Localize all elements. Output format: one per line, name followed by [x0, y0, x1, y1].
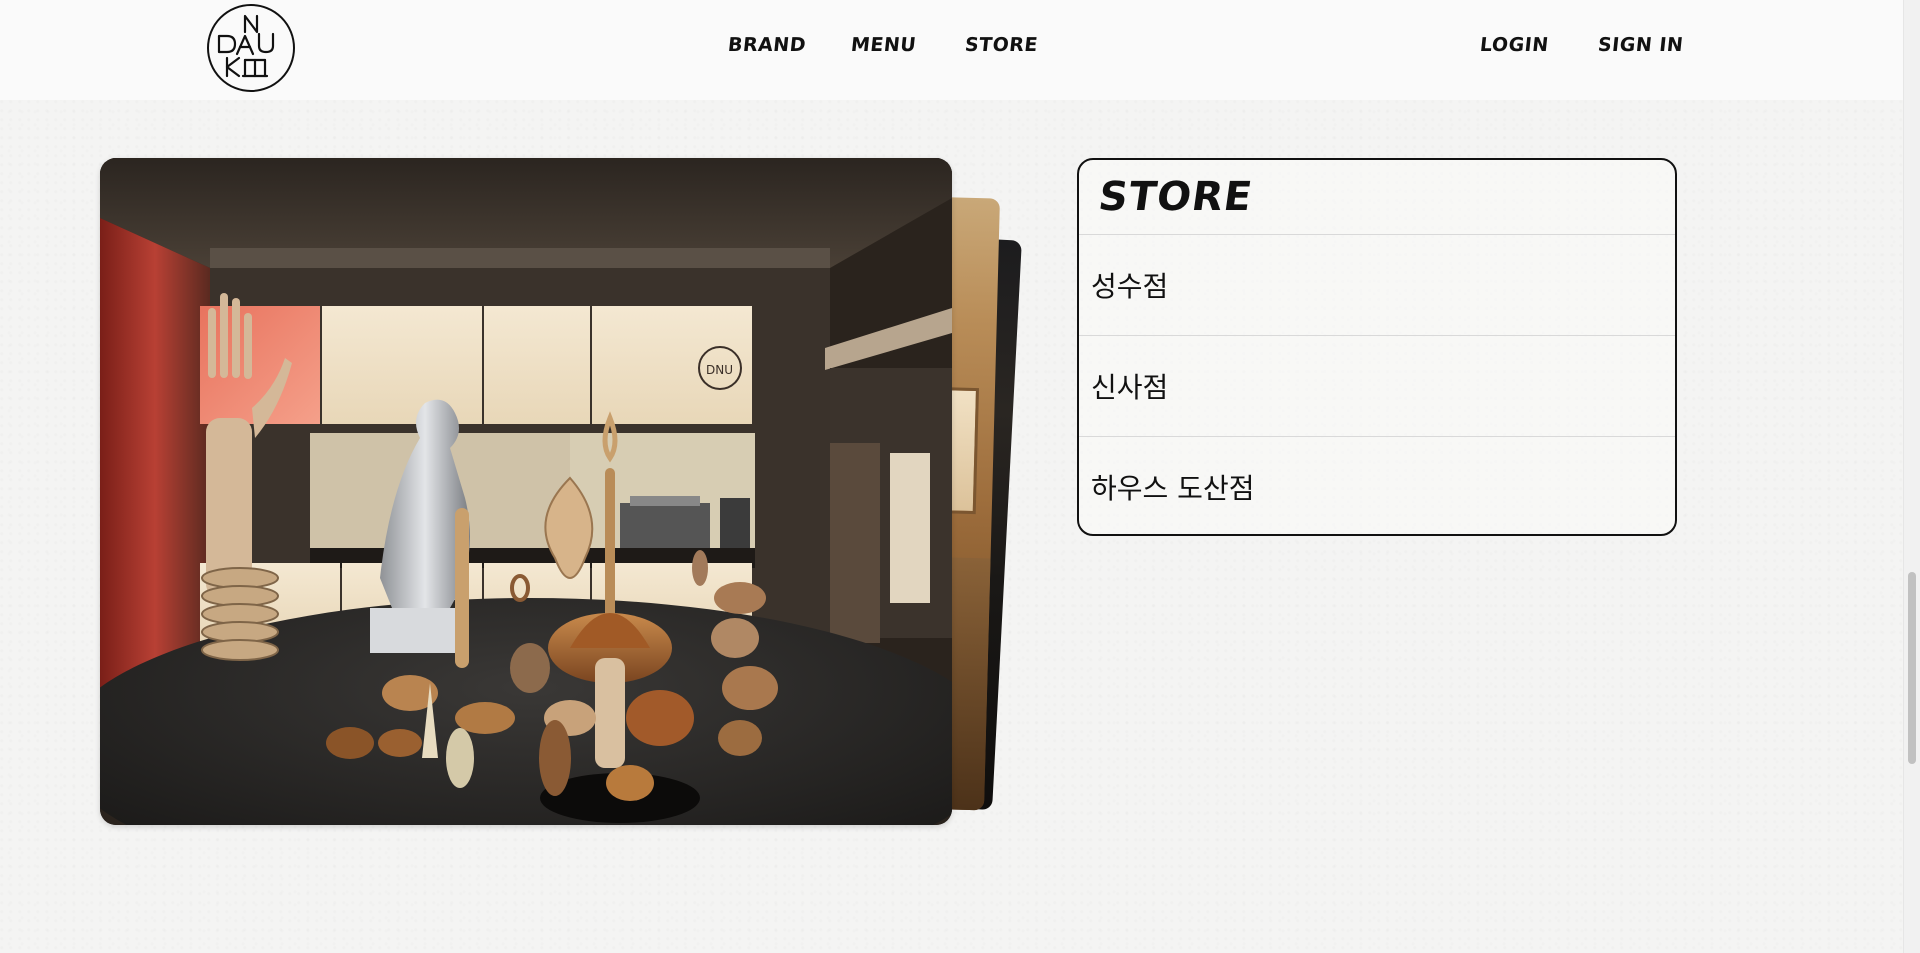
svg-text:DNU: DNU	[706, 363, 733, 377]
store-item-label: 하우스 도산점	[1091, 472, 1255, 505]
store-item-house-dosan[interactable]: 하우스 도산점	[1079, 436, 1675, 534]
carousel-slide-active[interactable]: DNU	[100, 158, 952, 825]
signin-link[interactable]: SIGN IN	[1597, 34, 1685, 56]
store-interior-photo: DNU	[100, 158, 952, 825]
store-photo-carousel[interactable]: DNU	[0, 0, 1100, 953]
store-list-panel: STORE 성수점 신사점 하우스 도산점	[1077, 158, 1677, 536]
store-item-label: 성수점	[1091, 270, 1169, 303]
store-item-sinsa[interactable]: 신사점	[1079, 335, 1675, 435]
store-item-label: 신사점	[1091, 371, 1169, 404]
login-link[interactable]: LOGIN	[1479, 34, 1550, 56]
store-item-seongsu[interactable]: 성수점	[1079, 234, 1675, 334]
scrollbar-thumb[interactable]	[1908, 572, 1916, 764]
store-panel-title: STORE	[1095, 174, 1256, 220]
page-scrollbar[interactable]	[1903, 0, 1920, 953]
